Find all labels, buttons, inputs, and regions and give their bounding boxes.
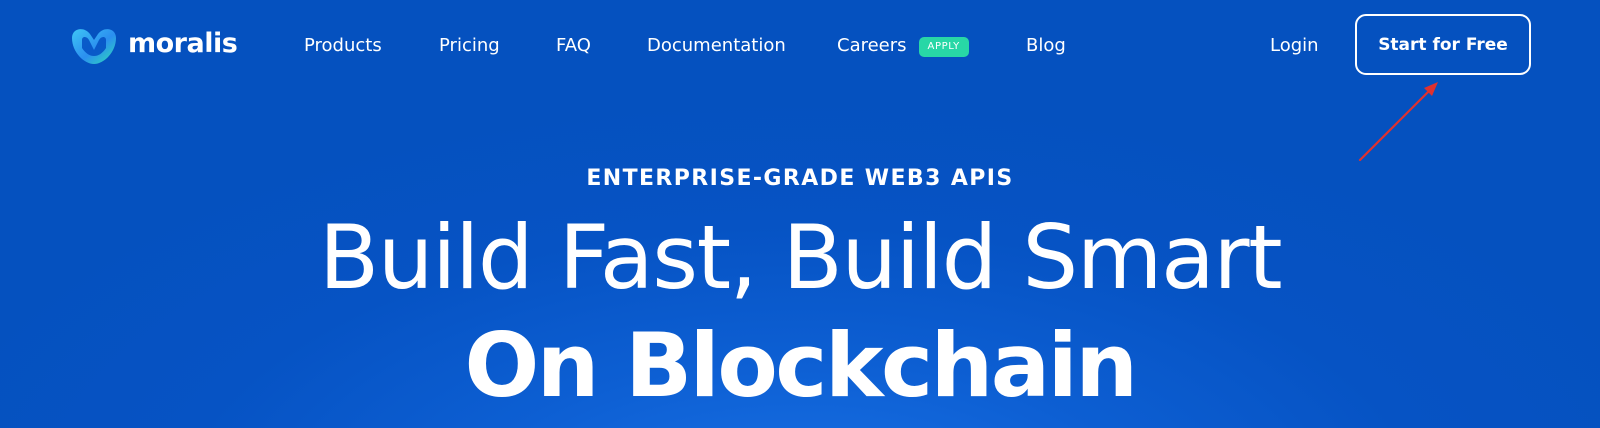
moralis-logo-icon [72,29,116,64]
nav-products[interactable]: Products [304,34,382,58]
nav-documentation[interactable]: Documentation [647,34,786,58]
hero-eyebrow: ENTERPRISE-GRADE WEB3 APIS [586,166,1014,191]
apply-badge: APPLY [918,36,969,57]
nav-careers[interactable]: Careers APPLY [837,34,969,58]
nav-faq[interactable]: FAQ [556,34,591,58]
red-arrow-icon [1358,82,1438,162]
hero-headline-line2: On Blockchain [464,314,1138,417]
nav-careers-label: Careers [837,35,907,56]
login-link[interactable]: Login [1270,34,1319,58]
start-for-free-button[interactable]: Start for Free [1355,14,1531,75]
hero-headline-line1: Build Fast, Build Smart [318,206,1283,309]
brand-name: moralis [128,28,238,59]
nav-blog[interactable]: Blog [1026,34,1066,58]
moralis-logo[interactable]: moralis [68,24,238,66]
nav-pricing[interactable]: Pricing [439,34,500,58]
